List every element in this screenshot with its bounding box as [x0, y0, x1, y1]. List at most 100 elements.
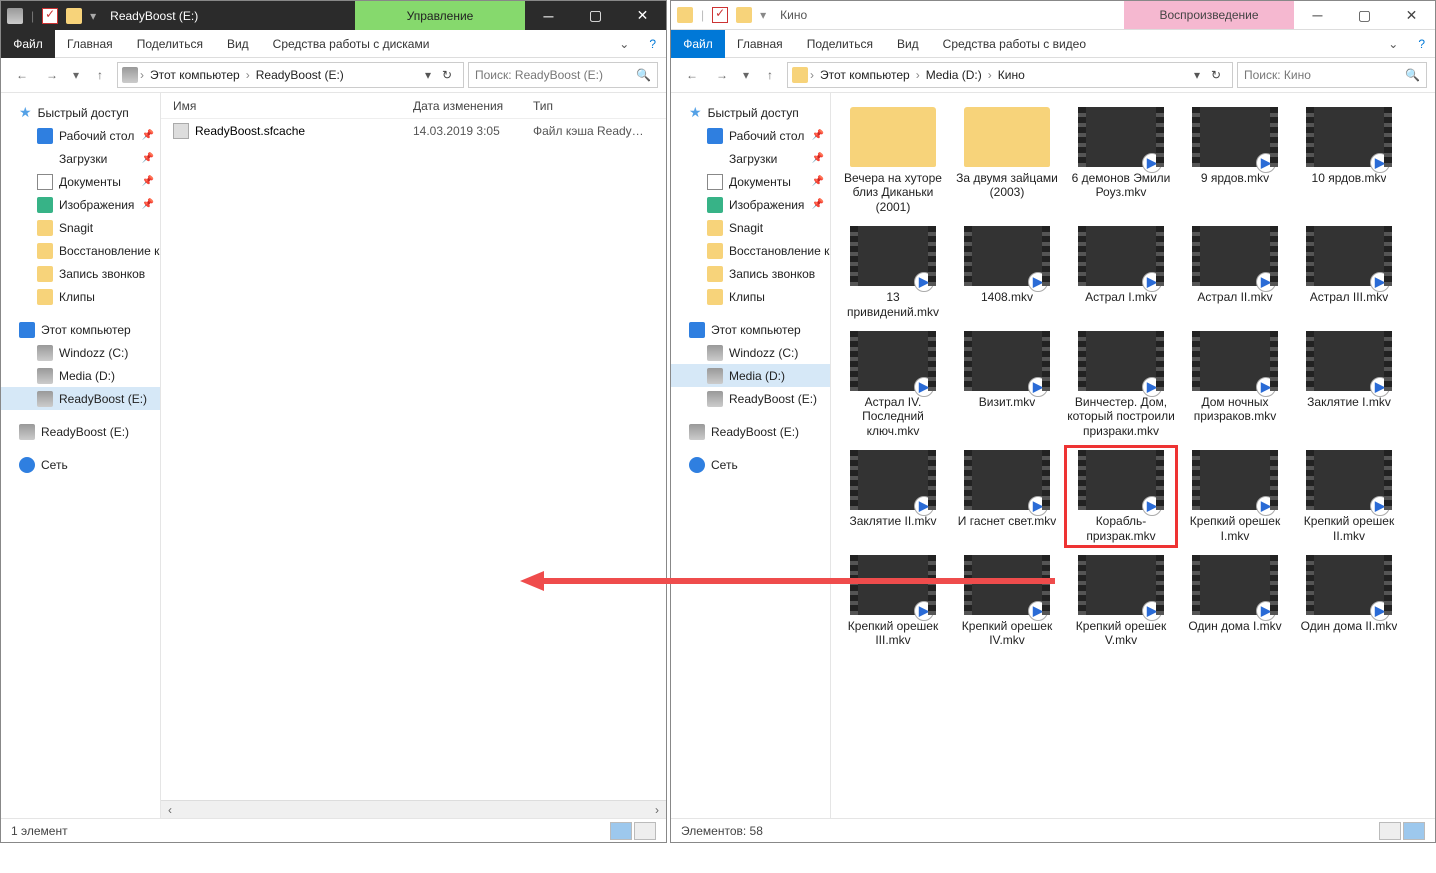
ribbon-tab-home[interactable]: Главная	[725, 30, 795, 58]
checkbox-icon[interactable]: ✓	[712, 7, 728, 23]
back-button[interactable]: ←	[679, 62, 705, 88]
grid-item[interactable]: ▶Крепкий орешек IV.mkv	[951, 551, 1063, 652]
sidebar-item[interactable]: Документы📌	[671, 170, 830, 193]
maximize-button[interactable]: ▢	[572, 1, 619, 30]
sidebar-drive[interactable]: ReadyBoost (E:)	[1, 387, 160, 410]
h-scrollbar[interactable]: ‹ ›	[161, 800, 666, 818]
sidebar-item[interactable]: Snagit	[671, 216, 830, 239]
context-tab-play[interactable]: Воспроизведение	[1124, 1, 1294, 29]
forward-button[interactable]: →	[709, 62, 735, 88]
grid-item[interactable]: ▶Один дома II.mkv	[1293, 551, 1405, 652]
ribbon-expand-icon[interactable]: ⌄	[1378, 37, 1408, 51]
close-button[interactable]: ✕	[1388, 1, 1435, 29]
refresh-button[interactable]: ↻	[1204, 68, 1228, 82]
sidebar-drive[interactable]: Windozz (C:)	[671, 341, 830, 364]
view-icons-button[interactable]	[634, 822, 656, 840]
grid-item[interactable]: ▶Крепкий орешек I.mkv	[1179, 446, 1291, 547]
context-tab-manage[interactable]: Управление	[355, 1, 525, 30]
chevron-right-icon[interactable]: ›	[138, 68, 146, 82]
sidebar-item[interactable]: Загрузки📌	[671, 147, 830, 170]
view-details-button[interactable]	[1379, 822, 1401, 840]
file-menu[interactable]: Файл	[671, 30, 725, 58]
close-button[interactable]: ✕	[619, 1, 666, 30]
sidebar-item[interactable]: Snagit	[1, 216, 160, 239]
grid-item[interactable]: ▶Корабль-призрак.mkv	[1065, 446, 1177, 547]
sidebar-this-pc[interactable]: Этот компьютер	[1, 318, 160, 341]
sidebar-drive[interactable]: ReadyBoost (E:)	[671, 387, 830, 410]
sidebar-network[interactable]: Сеть	[1, 453, 160, 476]
sidebar-drive[interactable]: Media (D:)	[1, 364, 160, 387]
forward-button[interactable]: →	[39, 62, 65, 88]
sidebar-drive[interactable]: ReadyBoost (E:)	[671, 420, 830, 443]
chevron-right-icon[interactable]: ›	[986, 68, 994, 82]
ribbon-tab-share[interactable]: Поделиться	[125, 30, 215, 58]
breadcrumb[interactable]: Этот компьютер	[146, 68, 244, 82]
help-icon[interactable]: ?	[1408, 37, 1435, 51]
search-input[interactable]: Поиск: Кино 🔍	[1237, 62, 1427, 88]
sidebar-item[interactable]: Запись звонков	[1, 262, 160, 285]
breadcrumb[interactable]: ReadyBoost (E:)	[252, 68, 348, 82]
chevron-right-icon[interactable]: ›	[244, 68, 252, 82]
grid-item[interactable]: ▶Один дома I.mkv	[1179, 551, 1291, 652]
qat-dropdown-icon[interactable]: ▾	[760, 8, 766, 22]
folder-icon[interactable]	[66, 8, 82, 24]
grid-item[interactable]: ▶Астрал II.mkv	[1179, 222, 1291, 323]
grid-item[interactable]: ▶И гаснет свет.mkv	[951, 446, 1063, 547]
minimize-button[interactable]: ─	[525, 1, 572, 30]
addr-dropdown-icon[interactable]: ▾	[1190, 68, 1204, 82]
scroll-left-icon[interactable]: ‹	[161, 803, 179, 817]
chevron-right-icon[interactable]: ›	[808, 68, 816, 82]
ribbon-tab-share[interactable]: Поделиться	[795, 30, 885, 58]
file-menu[interactable]: Файл	[1, 30, 55, 58]
address-bar[interactable]: › Этот компьютер › Media (D:) › Кино ▾ ↻	[787, 62, 1233, 88]
grid-item[interactable]: ▶Заклятие I.mkv	[1293, 327, 1405, 442]
help-icon[interactable]: ?	[639, 37, 666, 51]
sidebar-drive[interactable]: Windozz (C:)	[1, 341, 160, 364]
search-input[interactable]: Поиск: ReadyBoost (E:) 🔍	[468, 62, 658, 88]
grid-item[interactable]: ▶Астрал I.mkv	[1065, 222, 1177, 323]
up-button[interactable]: ↑	[757, 62, 783, 88]
breadcrumb[interactable]: Кино	[994, 68, 1029, 82]
sidebar-item[interactable]: Рабочий стол📌	[671, 124, 830, 147]
view-icons-button[interactable]	[1403, 822, 1425, 840]
sidebar-quick-access[interactable]: ★Быстрый доступ	[1, 101, 160, 124]
view-details-button[interactable]	[610, 822, 632, 840]
sidebar-item[interactable]: Загрузки📌	[1, 147, 160, 170]
ribbon-tab-view[interactable]: Вид	[885, 30, 931, 58]
col-name[interactable]: Имя	[173, 99, 413, 113]
grid-item[interactable]: ▶Визит.mkv	[951, 327, 1063, 442]
ribbon-tab-view[interactable]: Вид	[215, 30, 261, 58]
grid-item[interactable]: ▶Дом ночных призраков.mkv	[1179, 327, 1291, 442]
grid-item[interactable]: ▶Астрал IV. Последний ключ.mkv	[837, 327, 949, 442]
addr-dropdown-icon[interactable]: ▾	[421, 68, 435, 82]
sidebar-network[interactable]: Сеть	[671, 453, 830, 476]
grid-item[interactable]: Вечера на хуторе близ Диканьки (2001)	[837, 103, 949, 218]
sidebar-quick-access[interactable]: ★Быстрый доступ	[671, 101, 830, 124]
qat-dropdown-icon[interactable]: ▾	[90, 9, 96, 23]
breadcrumb[interactable]: Media (D:)	[922, 68, 986, 82]
sidebar-item[interactable]: Изображения📌	[1, 193, 160, 216]
search-icon[interactable]: 🔍	[1405, 68, 1420, 82]
sidebar-item[interactable]: Восстановление ко	[1, 239, 160, 262]
sidebar-item[interactable]: Запись звонков	[671, 262, 830, 285]
sidebar-item[interactable]: Восстановление ко	[671, 239, 830, 262]
table-row[interactable]: ReadyBoost.sfcache14.03.2019 3:05Файл кэ…	[161, 119, 666, 143]
breadcrumb[interactable]: Этот компьютер	[816, 68, 914, 82]
sidebar-item[interactable]: Рабочий стол📌	[1, 124, 160, 147]
chevron-right-icon[interactable]: ›	[914, 68, 922, 82]
ribbon-tab-context[interactable]: Средства работы с дисками	[261, 30, 442, 58]
recent-dropdown-icon[interactable]: ▾	[739, 62, 753, 88]
scroll-right-icon[interactable]: ›	[648, 803, 666, 817]
maximize-button[interactable]: ▢	[1341, 1, 1388, 29]
ribbon-expand-icon[interactable]: ⌄	[609, 37, 639, 51]
grid-item[interactable]: ▶6 демонов Эмили Роуз.mkv	[1065, 103, 1177, 218]
grid-item[interactable]: ▶1408.mkv	[951, 222, 1063, 323]
up-button[interactable]: ↑	[87, 62, 113, 88]
grid-item[interactable]: ▶9 ярдов.mkv	[1179, 103, 1291, 218]
sidebar-drive[interactable]: ReadyBoost (E:)	[1, 420, 160, 443]
checkbox-icon[interactable]: ✓	[42, 8, 58, 24]
grid-item[interactable]: ▶Винчестер. Дом, который построили призр…	[1065, 327, 1177, 442]
grid-item[interactable]: ▶10 ярдов.mkv	[1293, 103, 1405, 218]
ribbon-tab-home[interactable]: Главная	[55, 30, 125, 58]
col-type[interactable]: Тип	[533, 99, 663, 113]
